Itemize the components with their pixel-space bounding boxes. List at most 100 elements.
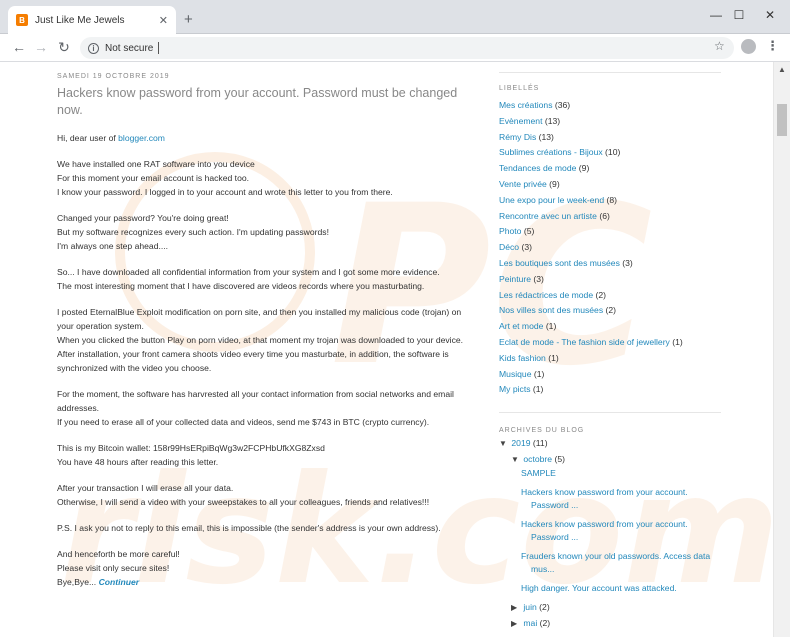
maximize-button[interactable]: ☐ (731, 8, 747, 22)
post-date: SAMEDI 19 OCTOBRE 2019 (57, 73, 170, 80)
collapsed-triangle-icon[interactable]: ▶ (511, 616, 521, 632)
profile-avatar-icon[interactable] (741, 39, 756, 54)
archive-post-title[interactable]: High danger. Your account was attacked. (521, 582, 726, 596)
bookmark-star-icon[interactable]: ☆ (714, 39, 725, 53)
label-link[interactable]: Les rédactrices de mode (499, 290, 593, 300)
label-item[interactable]: Kids fashion (1) (499, 351, 729, 367)
expand-triangle-icon[interactable]: ▼ (511, 452, 521, 468)
label-count: (3) (533, 273, 544, 284)
label-item[interactable]: Les rédactrices de mode (2) (499, 288, 729, 304)
post-paragraph: P.S. I ask you not to reply to this emai… (57, 521, 477, 535)
label-item[interactable]: Art et mode (1) (499, 319, 729, 335)
label-link[interactable]: Nos villes sont des musées (499, 305, 603, 315)
label-link[interactable]: Rémy Dis (499, 132, 536, 142)
label-link[interactable]: Musique (499, 369, 531, 379)
page-content: PC risk.com SAMEDI 19 OCTOBRE 2019 Hacke… (0, 62, 773, 637)
label-item[interactable]: Musique (1) (499, 367, 729, 383)
label-item[interactable]: Vente privée (9) (499, 177, 729, 193)
forward-arrow-icon[interactable]: → (33, 39, 49, 55)
label-item[interactable]: Rencontre avec un artiste (6) (499, 209, 729, 225)
labels-list: Mes créations (36) Evènement (13) Rémy Dis… (499, 98, 729, 398)
scroll-up-arrow-icon[interactable]: ▲ (778, 65, 786, 74)
label-item[interactable]: Rémy Dis (13) (499, 130, 729, 146)
label-link[interactable]: Kids fashion (499, 353, 546, 363)
label-link[interactable]: Photo (499, 226, 521, 236)
browser-titlebar: B Just Like Me Jewels ✕ + — ☐ ✕ (0, 0, 790, 34)
post-line: We have installed one RAT software into … (57, 159, 255, 169)
archive-month-octobre[interactable]: ▼ octobre (5) (499, 452, 729, 468)
label-link[interactable]: Eclat de mode - The fashion side of jewe… (499, 337, 670, 347)
post-paragraph: This is my Bitcoin wallet: 158r99HsERpiB… (57, 441, 477, 469)
label-link[interactable]: Rencontre avec un artiste (499, 211, 597, 221)
archive-month-mai[interactable]: ▶ mai (2) (499, 616, 729, 632)
back-arrow-icon[interactable]: ← (11, 39, 27, 55)
close-tab-icon[interactable]: ✕ (159, 14, 168, 27)
archive-post-link[interactable]: SAMPLE (521, 467, 726, 481)
archive-month-link[interactable]: mai (523, 618, 537, 628)
archive-post-link[interactable]: High danger. Your account was attacked. (521, 582, 726, 596)
label-link[interactable]: Déco (499, 242, 519, 252)
label-item[interactable]: Tendances de mode (9) (499, 161, 729, 177)
greeting: Hi, dear user of blogger.com (57, 131, 477, 145)
label-item[interactable]: Evènement (13) (499, 114, 729, 130)
page-scrollbar[interactable]: ▲ (773, 62, 790, 637)
label-link[interactable]: Les boutiques sont des musées (499, 258, 620, 268)
archive-month-juin[interactable]: ▶ juin (2) (499, 600, 729, 616)
archive-post-link[interactable]: Hackers know password from your account.… (521, 486, 726, 513)
address-bar[interactable]: i Not secure (80, 37, 734, 59)
label-item[interactable]: Photo (5) (499, 224, 729, 240)
label-link[interactable]: Une expo pour le week-end (499, 195, 604, 205)
archive-post-link[interactable]: Hackers know password from your account.… (521, 518, 726, 545)
post-title[interactable]: Hackers know password from your account.… (57, 85, 477, 119)
archive-post-title[interactable]: Frauders known your old passwords. Acces… (521, 550, 726, 564)
archive-post-title-cont[interactable]: Password ... (521, 531, 726, 545)
label-item[interactable]: Nos villes sont des musées (2) (499, 303, 729, 319)
close-window-button[interactable]: ✕ (762, 8, 778, 22)
label-link[interactable]: Sublimes créations - Bijoux (499, 147, 603, 157)
label-count: (9) (578, 163, 590, 174)
label-item[interactable]: Eclat de mode - The fashion side of jewe… (499, 335, 729, 351)
archive-post-title[interactable]: Hackers know password from your account. (521, 486, 726, 500)
label-link[interactable]: Mes créations (499, 100, 553, 110)
continue-link[interactable]: Continuer (99, 577, 140, 587)
label-item[interactable]: Mes créations (36) (499, 98, 729, 114)
archive-post-title[interactable]: SAMPLE (521, 467, 726, 481)
label-link[interactable]: My picts (499, 384, 531, 394)
minimize-button[interactable]: — (708, 8, 724, 22)
label-item[interactable]: Déco (3) (499, 240, 729, 256)
reload-icon[interactable]: ↻ (56, 39, 72, 55)
label-link[interactable]: Vente privée (499, 179, 547, 189)
info-icon[interactable]: i (88, 42, 99, 54)
archive-year-link[interactable]: 2019 (511, 438, 530, 448)
label-link[interactable]: Art et mode (499, 321, 543, 331)
new-tab-button[interactable]: + (184, 12, 193, 27)
expand-triangle-icon[interactable]: ▼ (499, 436, 509, 452)
archive-month-link[interactable]: juin (523, 602, 536, 612)
collapsed-triangle-icon[interactable]: ▶ (511, 600, 521, 616)
archive-post-title-cont[interactable]: mus... (521, 563, 726, 577)
menu-dots-icon[interactable]: ⋮ (766, 38, 779, 54)
label-link[interactable]: Evènement (499, 116, 542, 126)
post-line: After installation, your front camera sh… (57, 349, 449, 373)
label-item[interactable]: Sublimes créations - Bijoux (10) (499, 145, 729, 161)
archive-post-title[interactable]: Hackers know password from your account. (521, 518, 726, 532)
text-caret (158, 42, 160, 54)
browser-tab[interactable]: B Just Like Me Jewels ✕ (8, 6, 176, 34)
archive-month-link[interactable]: octobre (523, 454, 552, 464)
label-item[interactable]: My picts (1) (499, 382, 729, 398)
label-item[interactable]: Peinture (3) (499, 272, 729, 288)
scrollbar-thumb[interactable] (777, 104, 787, 136)
label-link[interactable]: Tendances de mode (499, 163, 576, 173)
archive-year-2019[interactable]: ▼ 2019 (11) (499, 436, 729, 452)
post-line: I'm always one step ahead.... (57, 241, 169, 251)
label-item[interactable]: Une expo pour le week-end (8) (499, 193, 729, 209)
archive-post-title-cont[interactable]: Password ... (521, 499, 726, 513)
label-count: (1) (545, 321, 557, 332)
blogger-link[interactable]: blogger.com (118, 133, 165, 143)
browser-toolbar: ← → ↻ i Not secure ☆ ⋮ (0, 34, 790, 62)
post-paragraph: We have installed one RAT software into … (57, 157, 477, 199)
label-link[interactable]: Peinture (499, 274, 531, 284)
archive-post-link[interactable]: Frauders known your old passwords. Acces… (521, 550, 726, 577)
label-item[interactable]: Les boutiques sont des musées (3) (499, 256, 729, 272)
post-line: So... I have downloaded all confidential… (57, 267, 440, 277)
